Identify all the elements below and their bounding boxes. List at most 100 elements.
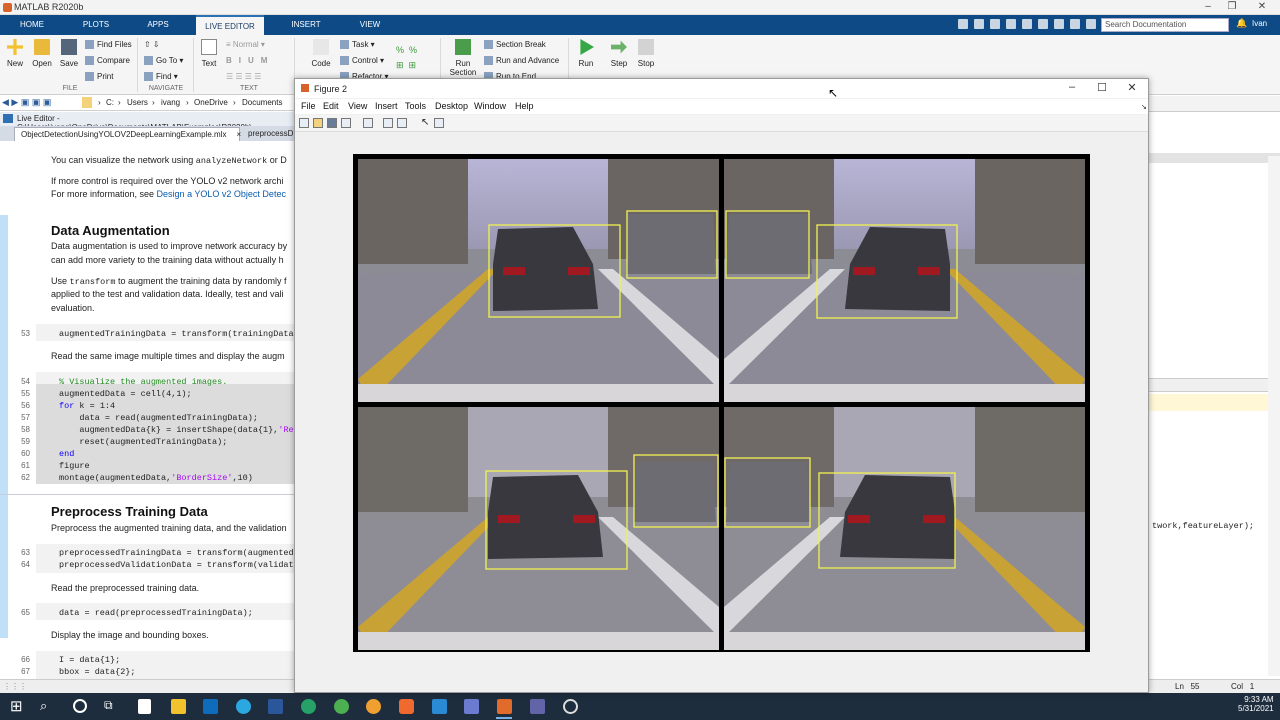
brave-icon[interactable]: [399, 699, 414, 714]
code-line[interactable]: montage(augmentedData,'BorderSize',10): [59, 473, 253, 483]
path-segment[interactable]: C:: [106, 98, 114, 107]
cortana-icon[interactable]: [73, 699, 87, 713]
code-line[interactable]: preprocessedTrainingData = transform(aug…: [59, 548, 294, 558]
code-line[interactable]: for k = 1:4: [59, 401, 115, 411]
dropdown-quick-icon[interactable]: [1086, 19, 1096, 29]
system-clock[interactable]: 9:33 AM 5/31/2021: [1238, 695, 1274, 713]
run-section-button[interactable]: Run Section: [449, 39, 477, 77]
search-documentation-input[interactable]: Search Documentation: [1101, 18, 1229, 32]
property-editor-icon[interactable]: [434, 118, 444, 128]
doc-tab[interactable]: preprocessD: [242, 127, 298, 141]
go-to-button[interactable]: Go To ▾: [144, 54, 183, 68]
arrows-icon[interactable]: ⇧ ⇩: [144, 38, 183, 52]
user-name[interactable]: Ivan: [1252, 19, 1267, 28]
app-icon[interactable]: [464, 699, 479, 714]
run-button[interactable]: Run: [574, 39, 598, 68]
code-line[interactable]: augmentedTrainingData = transform(traini…: [59, 329, 294, 339]
tab-insert[interactable]: INSERT: [284, 15, 328, 35]
edge-icon[interactable]: [236, 699, 251, 714]
task-button[interactable]: Task ▾: [340, 38, 388, 52]
save-quick-icon[interactable]: [958, 19, 968, 29]
minimize-icon[interactable]: –: [1062, 81, 1082, 93]
undo-quick-icon[interactable]: [1022, 19, 1032, 29]
word-icon[interactable]: [268, 699, 283, 714]
bell-icon[interactable]: 🔔: [1236, 18, 1247, 29]
switch-windows-icon[interactable]: [1054, 19, 1064, 29]
code-line[interactable]: I = data{1};: [59, 655, 120, 665]
task-view-icon[interactable]: ⧉: [104, 698, 113, 713]
minimize-icon[interactable]: –: [1198, 1, 1218, 12]
figure-title-bar[interactable]: Figure 2 – ☐ ✕: [295, 79, 1148, 98]
code-line[interactable]: augmentedData{k} = insertShape(data{1},'…: [59, 425, 293, 435]
vscode-icon[interactable]: [432, 699, 447, 714]
mono-button[interactable]: M: [261, 56, 275, 65]
path-segment[interactable]: OneDrive: [194, 98, 228, 107]
find-button[interactable]: Find ▾: [144, 70, 183, 84]
new-button[interactable]: New: [3, 39, 27, 68]
help-quick-icon[interactable]: [1070, 19, 1080, 29]
text-button[interactable]: Text: [197, 39, 221, 68]
live-editor-content[interactable]: You can visualize the network using anal…: [0, 141, 296, 679]
doc-tab-active[interactable]: ObjectDetectionUsingYOLOV2DeepLearningEx…: [14, 127, 241, 141]
open-file-icon[interactable]: [313, 118, 323, 128]
path-segment[interactable]: Documents: [242, 98, 282, 107]
percent-indent-icons[interactable]: % % ⊞ ⊞: [396, 43, 417, 73]
tab-plots[interactable]: PLOTS: [74, 15, 118, 35]
back-forward-icons[interactable]: ◀ ▶ ▣ ▣ ▣: [2, 97, 51, 108]
store-icon[interactable]: [138, 699, 151, 714]
tab-apps[interactable]: APPS: [138, 15, 178, 35]
code-line[interactable]: data = read(preprocessedTrainingData);: [59, 608, 253, 618]
code-line[interactable]: figure: [59, 461, 90, 471]
paste-quick-icon[interactable]: [1006, 19, 1016, 29]
pointer-icon[interactable]: ↖: [421, 117, 429, 128]
code-line[interactable]: bbox = data{2};: [59, 667, 136, 677]
maximize-icon[interactable]: ❐: [1222, 1, 1242, 12]
code-line[interactable]: end: [59, 449, 74, 459]
colorbar-icon[interactable]: [383, 118, 393, 128]
cut-quick-icon[interactable]: [974, 19, 984, 29]
close-icon[interactable]: ✕: [1122, 81, 1142, 94]
xbox-icon[interactable]: [334, 699, 349, 714]
file-explorer-icon[interactable]: [171, 699, 186, 714]
step-button[interactable]: Step: [607, 39, 631, 68]
app-icon[interactable]: [563, 699, 578, 714]
code-line[interactable]: augmentedData = cell(4,1);: [59, 389, 192, 399]
tab-live-editor[interactable]: LIVE EDITOR: [196, 15, 264, 35]
section-break-button[interactable]: Section Break: [484, 38, 559, 52]
menu-desktop[interactable]: Desktop: [435, 101, 468, 111]
run-and-advance-button[interactable]: Run and Advance: [484, 54, 559, 68]
mail-icon[interactable]: [203, 699, 218, 714]
maximize-icon[interactable]: ☐: [1092, 81, 1112, 94]
print-button[interactable]: Print: [85, 70, 132, 84]
menu-edit[interactable]: Edit: [323, 101, 339, 111]
menu-file[interactable]: File: [301, 101, 316, 111]
code-line[interactable]: data = read(augmentedTrainingData);: [59, 413, 258, 423]
menu-insert[interactable]: Insert: [375, 101, 398, 111]
link-plot-icon[interactable]: [363, 118, 373, 128]
windows-start-icon[interactable]: ⊞: [10, 699, 23, 714]
close-tab-icon[interactable]: ×: [236, 130, 241, 139]
find-files-button[interactable]: Find Files: [85, 38, 132, 52]
code-button[interactable]: Code: [309, 39, 333, 68]
search-icon[interactable]: ⌕: [40, 698, 47, 714]
bold-button[interactable]: B: [226, 56, 239, 65]
compare-button[interactable]: Compare: [85, 54, 132, 68]
list-format-icons[interactable]: ☰ ☰ ☰ ☰: [226, 70, 286, 84]
redo-quick-icon[interactable]: [1038, 19, 1048, 29]
legend-icon[interactable]: [397, 118, 407, 128]
save-button[interactable]: Save: [57, 39, 81, 68]
tab-home[interactable]: HOME: [10, 15, 54, 35]
teams-icon[interactable]: [530, 699, 545, 714]
menu-tools[interactable]: Tools: [405, 101, 426, 111]
matlab-icon[interactable]: [497, 699, 512, 714]
underline-button[interactable]: U: [248, 56, 261, 65]
copy-quick-icon[interactable]: [990, 19, 1000, 29]
style-dropdown[interactable]: ≡ Normal ▾: [226, 38, 286, 52]
path-segment[interactable]: ivang: [161, 98, 180, 107]
code-line[interactable]: reset(augmentedTrainingData);: [59, 437, 227, 447]
path-segment[interactable]: Users: [127, 98, 148, 107]
control-button[interactable]: Control ▾: [340, 54, 388, 68]
scrollbar[interactable]: [1268, 156, 1280, 676]
stop-button[interactable]: Stop: [634, 39, 658, 68]
app-icon[interactable]: [301, 699, 316, 714]
